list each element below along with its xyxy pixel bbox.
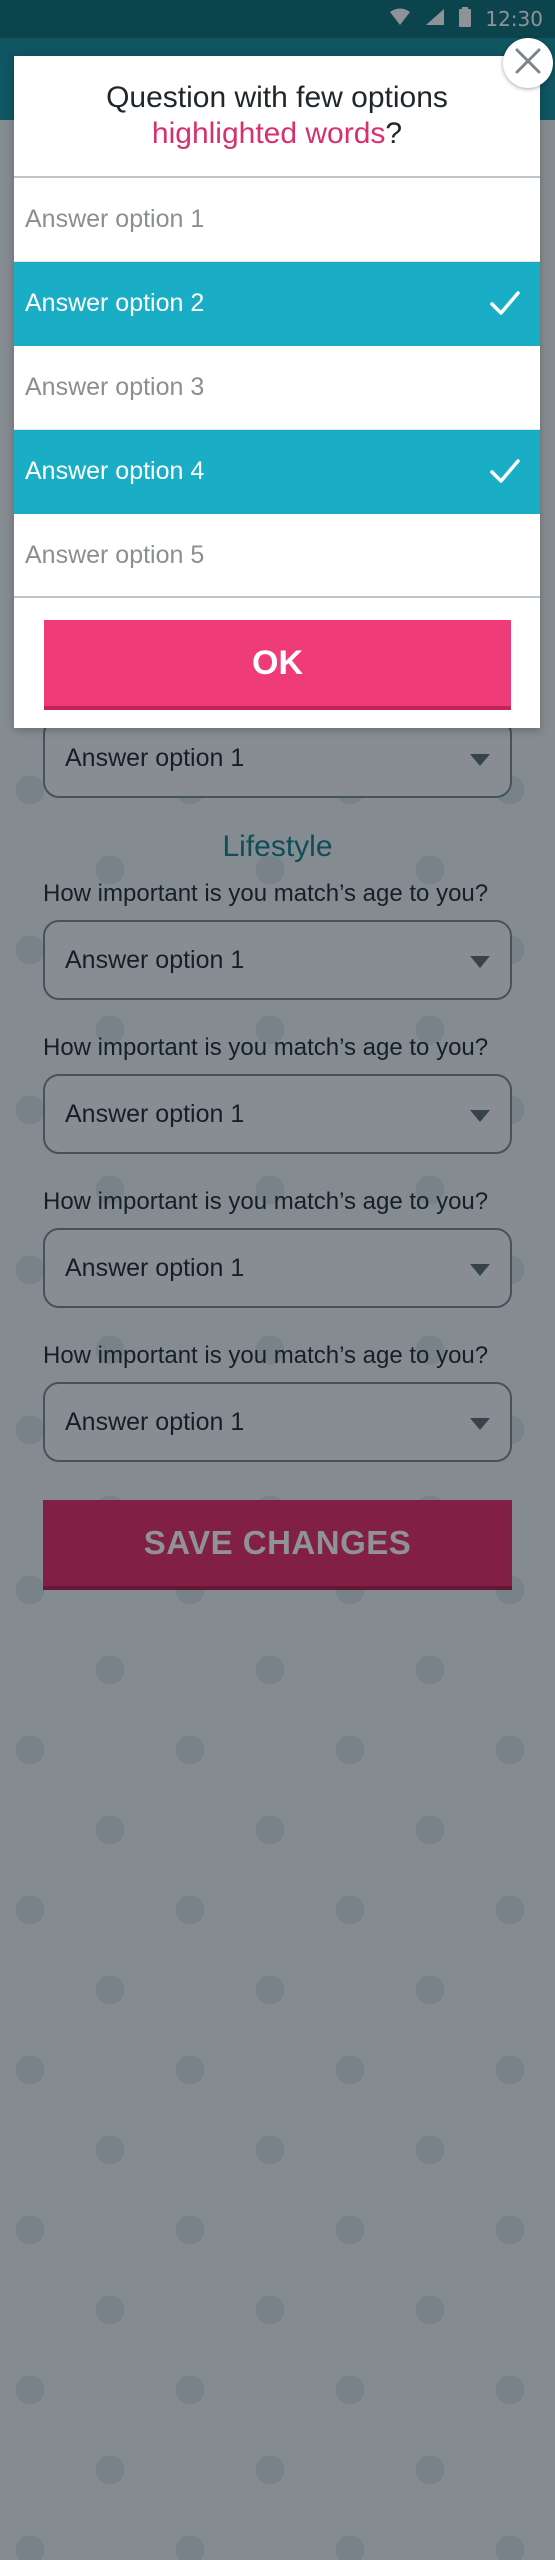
dialog-title-line2: highlighted words? [14,116,540,152]
dialog-title-text: Question with few options [106,81,448,114]
option-label: Answer option 3 [25,373,205,401]
option-label: Answer option 5 [25,540,205,569]
checkmark-icon [490,290,520,323]
close-button[interactable] [503,38,553,88]
ok-button[interactable]: OK [44,620,511,710]
option-label: Answer option 4 [25,457,205,485]
option-label: Answer option 2 [25,289,205,317]
answer-option-1[interactable]: Answer option 1 [14,178,540,262]
checkmark-icon [490,458,520,491]
highlighted-words: highlighted words [151,117,386,150]
option-label: Answer option 1 [25,205,205,233]
answer-option-3[interactable]: Answer option 3 [14,346,540,430]
multi-select-dialog: Question with few options highlighted wo… [14,56,540,728]
title-question-mark: ? [385,117,403,150]
answer-option-5[interactable]: Answer option 5 [14,514,540,598]
close-icon [514,47,542,79]
answer-option-4[interactable]: Answer option 4 [14,430,540,514]
answer-option-2[interactable]: Answer option 2 [14,262,540,346]
dialog-title: Question with few options highlighted wo… [14,56,540,178]
